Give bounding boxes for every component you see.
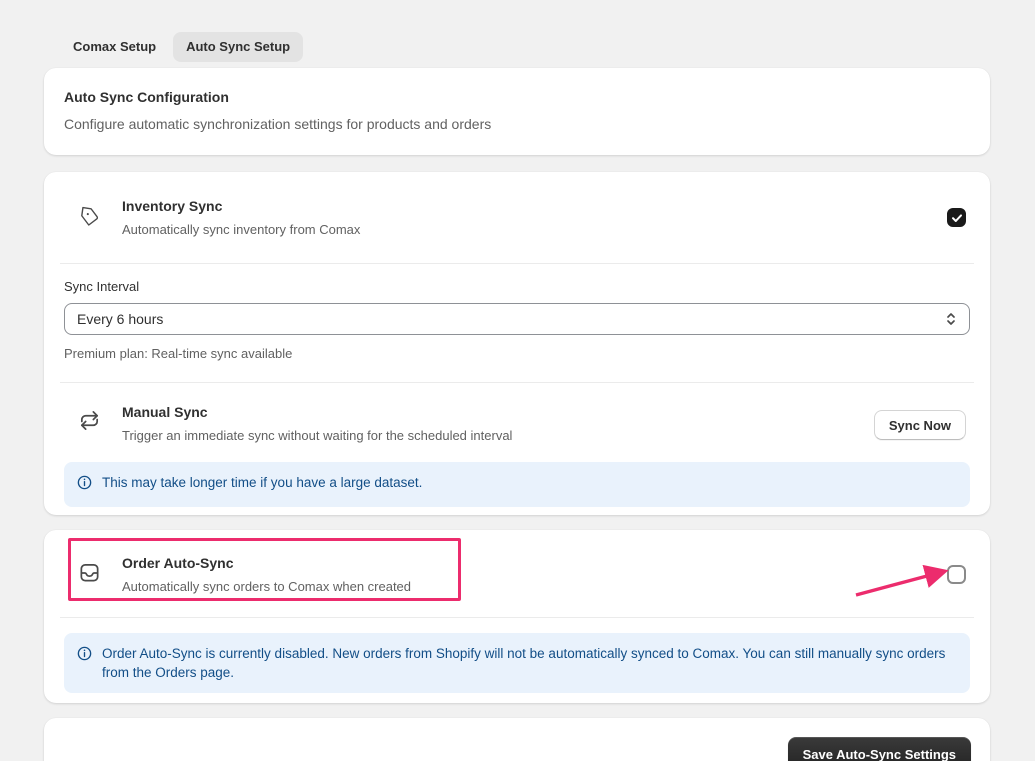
inventory-sync-card: Inventory Sync Automatically sync invent… xyxy=(44,172,990,515)
page-subtitle: Configure automatic synchronization sett… xyxy=(64,116,492,132)
order-auto-sync-row: Order Auto-Sync Automatically sync order… xyxy=(44,530,990,617)
order-auto-sync-card: Order Auto-Sync Automatically sync order… xyxy=(44,530,990,703)
checkmark-icon xyxy=(951,213,962,222)
inventory-sync-description: Automatically sync inventory from Comax xyxy=(122,222,361,237)
sync-interval-label: Sync Interval xyxy=(64,279,140,294)
order-auto-sync-checkbox[interactable] xyxy=(947,565,966,584)
info-icon xyxy=(76,474,93,496)
divider xyxy=(60,617,974,618)
page-title: Auto Sync Configuration xyxy=(64,89,229,105)
footer-card: Save Auto-Sync Settings xyxy=(44,718,990,761)
sync-now-button[interactable]: Sync Now xyxy=(873,410,966,440)
chevron-updown-icon xyxy=(945,312,957,326)
order-auto-sync-description: Automatically sync orders to Comax when … xyxy=(122,579,412,594)
sync-interval-helper-text: Premium plan: Real-time sync available xyxy=(64,346,293,361)
sync-interval-section: Sync Interval Every 6 hours Premium plan… xyxy=(44,264,990,382)
manual-sync-info-banner: This may take longer time if you have a … xyxy=(64,462,970,507)
order-auto-sync-info-text: Order Auto-Sync is currently disabled. N… xyxy=(102,646,946,680)
order-auto-sync-title: Order Auto-Sync xyxy=(122,555,234,571)
manual-sync-title: Manual Sync xyxy=(122,404,208,420)
info-icon xyxy=(76,645,93,667)
manual-sync-description: Trigger an immediate sync without waitin… xyxy=(122,428,513,443)
manual-sync-info-text: This may take longer time if you have a … xyxy=(102,475,423,490)
auto-sync-setup-page: Comax Setup Auto Sync Setup Auto Sync Co… xyxy=(0,0,1035,761)
tab-comax-setup[interactable]: Comax Setup xyxy=(60,32,169,62)
auto-sync-configuration-card: Auto Sync Configuration Configure automa… xyxy=(44,68,990,155)
inbox-icon xyxy=(78,561,102,585)
tag-icon xyxy=(78,205,102,229)
inventory-sync-checkbox[interactable] xyxy=(947,208,966,227)
tab-auto-sync-setup[interactable]: Auto Sync Setup xyxy=(173,32,304,62)
inventory-sync-title: Inventory Sync xyxy=(122,198,223,214)
inventory-sync-row: Inventory Sync Automatically sync invent… xyxy=(44,172,990,263)
save-auto-sync-settings-button[interactable]: Save Auto-Sync Settings xyxy=(787,737,971,761)
setup-tabs: Comax Setup Auto Sync Setup xyxy=(60,32,304,62)
order-auto-sync-info-banner: Order Auto-Sync is currently disabled. N… xyxy=(64,633,970,693)
sync-interval-select[interactable]: Every 6 hours xyxy=(64,303,970,335)
sync-interval-value: Every 6 hours xyxy=(77,311,164,327)
manual-sync-row: Manual Sync Trigger an immediate sync wi… xyxy=(44,383,990,462)
sync-icon xyxy=(78,409,102,433)
